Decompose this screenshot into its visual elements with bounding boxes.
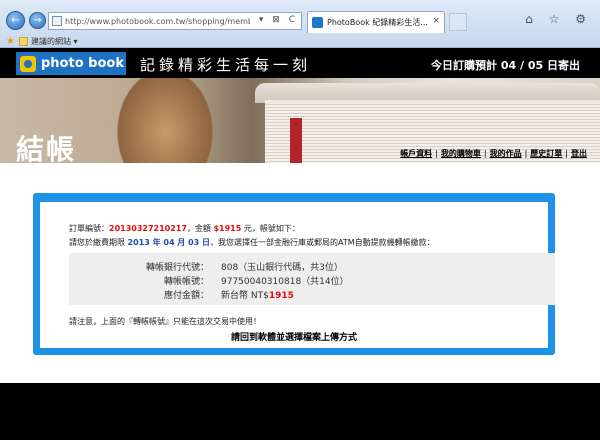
amount-due-value: 新台幣 NT$1915 [221,288,294,301]
page-title: 結帳 [16,133,77,166]
transfer-info-box: 轉帳銀行代號： 808（玉山銀行代碼，共3位） 轉帳帳號： 9775004031… [69,253,555,305]
one-time-account-note: 請注意，上面的『轉帳帳號』只能在這次交易中使用！ [69,317,261,326]
address-url[interactable]: http://www.photobook.com.tw/shopping/mem… [65,17,250,26]
atm-instructions: ，我您選擇任一部金融行庫或郵局的ATM自動提款機轉帳繳款： [210,238,435,247]
deadline-label: 請您於繳費期限 [69,238,128,247]
amount-due-row: 應付金額： 新台幣 NT$1915 [69,288,555,301]
logo-icon [20,55,36,72]
menu-account[interactable]: 帳戶資料 [397,148,435,159]
tab-favicon-icon [312,17,323,28]
browser-chrome: ← → http://www.photobook.com.tw/shopping… [0,0,600,48]
menu-cart[interactable]: 我的購物車 [438,148,484,159]
site-slogan: 記錄精彩生活每一刻 [140,56,312,74]
address-tools-icon[interactable]: ▾ ⊠ C [259,15,298,25]
bank-code-row: 轉帳銀行代號： 808（玉山銀行代碼，共3位） [69,260,555,273]
banner-bookmark-ribbon [290,118,302,163]
amount-due-number: 1915 [268,291,294,301]
ship-date-note: 今日訂購預計 04 / 05 日寄出 [431,59,580,72]
favorites-star-icon[interactable]: ★ [6,36,15,47]
back-button[interactable]: ← [6,11,25,30]
return-to-software-link[interactable]: 請回到軟體並選擇檔案上傳方式 [40,330,548,343]
bank-code-value: 808（玉山銀行代碼，共3位） [221,263,343,273]
order-amount: $1915 [213,224,242,233]
user-menu: 帳戶資料 | 我的購物車 | 我的作品 | 歷史訂單 | 登出 [397,148,590,159]
suggested-sites-link[interactable]: 建議的網站 ▾ [18,36,78,47]
browser-tab[interactable]: PhotoBook 紀錄精彩生活... × [307,11,445,33]
banner-pencil-image [110,78,220,163]
order-summary-line: 訂單編號：20130327210217，金額 $1915 元，帳號如下： [69,223,300,234]
tab-title: PhotoBook 紀錄精彩生活... [327,18,428,27]
account-intro: 元，帳號如下： [241,224,300,233]
site-header: photo book 記錄精彩生活每一刻 今日訂購預計 04 / 05 日寄出 [0,48,600,78]
amount-due-label: 應付金額： [163,291,209,301]
checkout-panel: 訂單編號：20130327210217，金額 $1915 元，帳號如下： 請您於… [33,193,555,355]
bank-code-label: 轉帳銀行代號： [145,263,209,273]
payment-deadline: 2013 年 04 月 03 日 [127,238,211,247]
logo-text: photo book [41,56,124,71]
account-number-row: 轉帳帳號： 97750040310818（共14位） [69,274,555,287]
favorites-bar: ★ 建議的網站 ▾ [0,35,600,48]
amount-due-currency: 新台幣 NT$ [221,291,269,301]
order-number: 20130327210217 [109,224,187,233]
order-number-label: 訂單編號： [69,224,109,233]
account-number-label: 轉帳帳號： [163,277,209,287]
page-icon [52,16,62,26]
address-bar[interactable]: http://www.photobook.com.tw/shopping/mem… [48,12,302,30]
account-number-value: 97750040310818（共14位） [221,277,349,287]
page-footer [0,383,600,440]
new-tab-button[interactable] [449,13,467,31]
forward-button[interactable]: → [29,12,46,29]
site-logo[interactable]: photo book [16,52,126,75]
menu-my-works[interactable]: 我的作品 [487,148,525,159]
checkout-panel-inner: 訂單編號：20130327210217，金額 $1915 元，帳號如下： 請您於… [40,202,555,348]
payment-deadline-line: 請您於繳費期限 2013 年 04 月 03 日，我您選擇任一部金融行庫或郵局的… [69,237,435,248]
menu-logout[interactable]: 登出 [568,148,590,159]
home-favorites-settings-icons[interactable]: ⌂ ☆ ⚙ [525,12,592,26]
amount-label: ，金額 [186,224,214,233]
menu-order-history[interactable]: 歷史訂單 [527,148,565,159]
suggested-sites-icon [18,37,28,46]
suggested-sites-label: 建議的網站 ▾ [30,37,78,46]
page-viewport: photo book 記錄精彩生活每一刻 今日訂購預計 04 / 05 日寄出 … [0,48,600,440]
tab-close-icon[interactable]: × [432,16,440,26]
